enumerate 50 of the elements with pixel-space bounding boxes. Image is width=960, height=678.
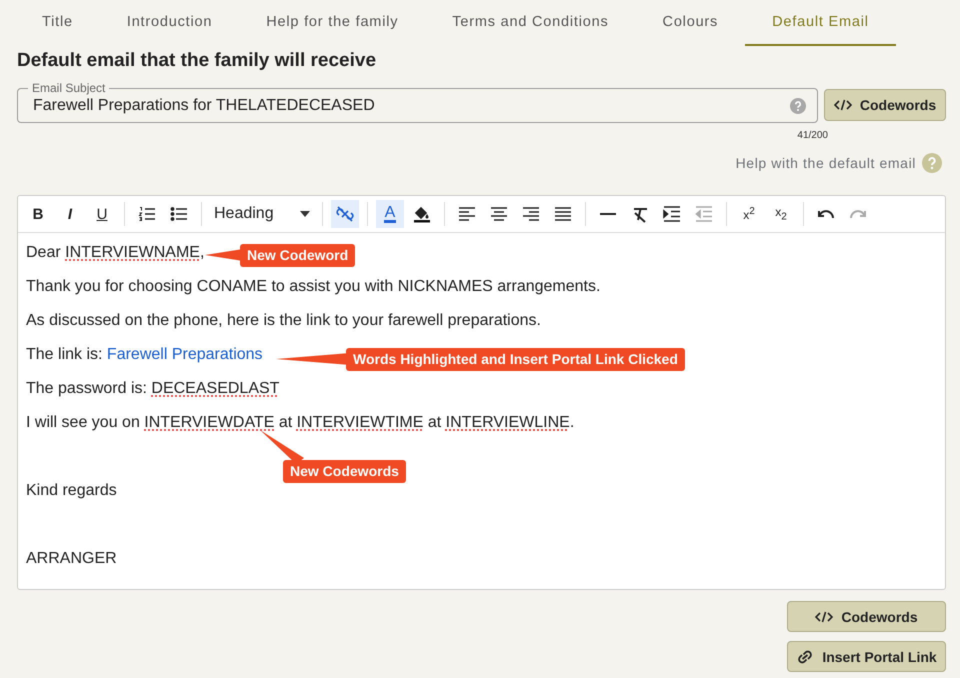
email-paragraph: As discussed on the phone, here is the link to your farewell preparations. [26, 311, 541, 331]
codewords-button[interactable]: Codewords [824, 89, 946, 121]
text-color-button[interactable]: A [376, 200, 404, 228]
paint-bucket-icon [413, 205, 431, 223]
insert-link-button[interactable]: Insert Portal Link [787, 641, 946, 672]
bold-button[interactable]: B [24, 200, 52, 228]
email-paragraph: Thank you for choosing CONAME to assist you with NICKNAMES arrangements. [26, 277, 600, 297]
align-left-icon [458, 205, 476, 223]
help-link[interactable]: Help with the default email [736, 155, 916, 171]
email-paragraph: Dear INTERVIEWNAME, [26, 243, 204, 263]
indent-icon [663, 205, 681, 223]
link-icon [796, 648, 814, 664]
tab[interactable]: Default Email [745, 0, 896, 46]
justify-icon [554, 205, 572, 223]
codewords-button[interactable]: Codewords [787, 601, 946, 632]
caret-icon [300, 211, 310, 217]
clear-format-icon [631, 205, 649, 223]
email-paragraph: Kind regards [26, 481, 117, 501]
outdent-icon [695, 205, 713, 223]
character-counter: 41/200 [797, 130, 828, 140]
email-paragraph: ARRANGER [26, 549, 117, 569]
code-icon [815, 610, 834, 622]
horizontal-rule-icon [599, 213, 617, 215]
numbered-list-icon [138, 205, 156, 223]
superscript-button[interactable]: x$^{2}$ [735, 200, 763, 228]
unlink-button[interactable] [331, 200, 359, 228]
subscript-button[interactable]: x$_{2}$ [767, 200, 795, 228]
section-heading: Default email that the family will receive [17, 50, 378, 72]
portal-link[interactable]: Farewell Preparations [106, 346, 263, 363]
tab[interactable]: Introduction [100, 0, 240, 46]
email-paragraph: I will see you on INTERVIEWDATE at INTERVIEWTIME at INTERVIEWLINE. [26, 413, 574, 433]
bullet-list-icon [170, 205, 188, 223]
tab[interactable]: Colours [636, 0, 746, 46]
unlink-icon [336, 205, 354, 223]
field-label: Email Subject [28, 81, 110, 95]
tab[interactable]: Help for the family [239, 0, 426, 46]
underline-button[interactable]: U [88, 200, 116, 228]
tab[interactable]: Title [17, 0, 100, 46]
heading-dropdown[interactable]: Heading [210, 205, 314, 223]
italic-button[interactable]: I [56, 200, 84, 228]
email-editor[interactable] [17, 195, 946, 590]
align-center-icon [490, 205, 508, 223]
redo-icon [850, 210, 866, 218]
undo-icon [818, 210, 834, 218]
email-paragraph: The link is: Farewell Preparations [26, 345, 263, 365]
email-paragraph: The password is: DECEASEDLAST [26, 379, 280, 399]
tab[interactable]: Terms and Conditions [425, 0, 636, 46]
align-right-icon [522, 205, 540, 223]
code-icon [834, 99, 852, 111]
callout-label: New Codewords [283, 460, 406, 483]
